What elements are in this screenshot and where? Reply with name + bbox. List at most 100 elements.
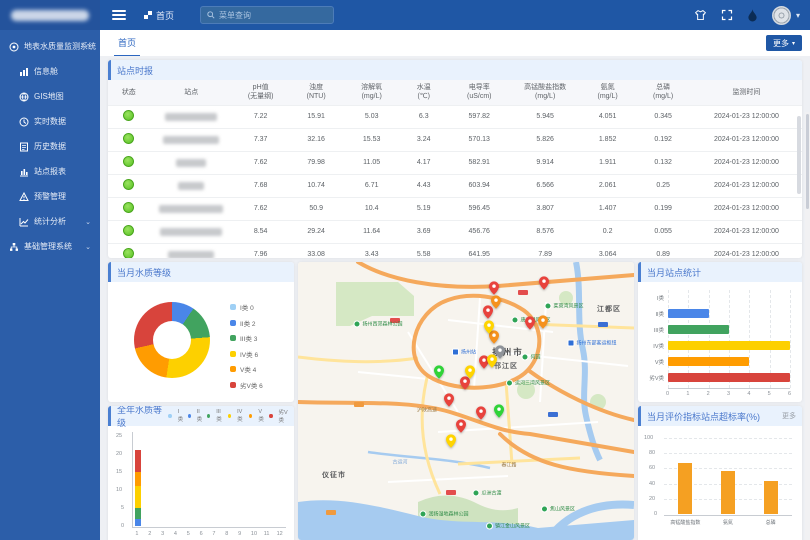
more-button[interactable]: 更多 ▾ [766, 35, 802, 51]
map-pin-green[interactable] [434, 365, 444, 384]
alert-manage-icon [19, 192, 29, 202]
legend-item[interactable]: IV类 6 [230, 349, 263, 359]
map-pin-red[interactable] [476, 406, 486, 425]
category-label: IV类 [653, 342, 664, 350]
legend-item[interactable]: V类 [249, 409, 265, 423]
value-cell: 10.4 [344, 197, 400, 220]
value-cell: 0.345 [635, 105, 691, 128]
hbar-bar[interactable] [668, 373, 790, 382]
status-dot-green [123, 179, 134, 190]
hbar-bar[interactable] [668, 341, 790, 350]
map-pin-green[interactable] [494, 404, 504, 423]
map-road-label: 沪陕高速 [417, 407, 437, 414]
avatar[interactable] [772, 6, 791, 25]
stacked-bar-segment[interactable] [135, 450, 141, 472]
map-pin-yellow[interactable] [446, 434, 456, 453]
value-cell: 3.69 [399, 220, 448, 243]
station-cell [150, 220, 233, 243]
map-pin-red[interactable] [525, 316, 535, 335]
transit-poi-icon [452, 349, 459, 356]
value-cell: 6.71 [344, 174, 400, 197]
page-scrollbar[interactable] [805, 112, 810, 540]
stacked-bar-segment[interactable] [135, 472, 141, 486]
sidebar-item-4[interactable]: 站点报表 [0, 159, 100, 184]
app-root: 地表水质量监测系统⌃信息舱GIS地图实时数据历史数据站点报表预警管理统计分析⌄基… [0, 0, 810, 540]
tab-home[interactable]: 首页 [114, 29, 140, 57]
rate-bar[interactable] [721, 471, 735, 514]
exceed-rate-title: 当月评价指标站点超标率(%) 更多 [638, 406, 802, 426]
legend-item[interactable]: II类 [188, 409, 204, 423]
legend-item[interactable]: II类 2 [230, 318, 263, 328]
station-cell [150, 151, 233, 174]
value-cell: 1.852 [580, 128, 636, 151]
status-cell [108, 197, 150, 220]
sidebar-item-0[interactable]: 信息舱 [0, 59, 100, 84]
map-pin-orange[interactable] [538, 315, 548, 334]
map-panel[interactable]: 扬州市江都区仪征市邗江区扬州西郊森林公园唐子城风景区茱萸湾风景区扬州站扬州东部客… [298, 262, 634, 540]
month-label: 6 [200, 531, 203, 537]
monitor-system-icon [9, 42, 19, 52]
table-column-header: pH值(无量纲) [233, 80, 289, 105]
value-cell: 79.98 [288, 151, 344, 174]
stacked-bar-segment[interactable] [135, 519, 141, 526]
theme-skin-icon[interactable] [694, 8, 708, 22]
sidebar-section-0[interactable]: 地表水质量监测系统⌃ [0, 34, 100, 59]
table-column-header: 氨氮(mg/L) [580, 80, 636, 105]
logo-redacted [11, 10, 89, 21]
legend-item[interactable]: I类 [168, 409, 184, 423]
sidebar-item-2[interactable]: 实时数据 [0, 109, 100, 134]
sidebar-item-5[interactable]: 预警管理 [0, 184, 100, 209]
table-scrollbar[interactable] [797, 116, 801, 194]
legend-item[interactable]: V类 4 [230, 364, 263, 374]
station-name-redacted [159, 205, 223, 213]
status-dot-green [123, 248, 134, 258]
map-pin-yellow[interactable] [465, 365, 475, 384]
map-pin-gray[interactable] [495, 345, 505, 364]
legend-item[interactable]: 劣V类 [269, 408, 290, 424]
table-row: 7.6250.910.45.19596.453.8071.4070.199202… [108, 197, 802, 220]
legend-item[interactable]: IV类 [228, 409, 245, 423]
station-name-redacted [160, 228, 222, 236]
user-chevron-down-icon[interactable]: ▾ [796, 11, 800, 20]
topbar-home-link[interactable]: 首页 [144, 9, 174, 22]
menu-toggle-icon[interactable] [112, 8, 126, 22]
rate-bar[interactable] [678, 463, 692, 514]
hbar-bar[interactable] [668, 357, 749, 366]
table-column-header: 站点 [150, 80, 233, 105]
month-label: 11 [264, 531, 270, 537]
map-pin-yellow[interactable] [484, 320, 494, 339]
legend-item[interactable]: III类 [207, 409, 224, 423]
map-pin-red[interactable] [539, 276, 549, 295]
legend-swatch [230, 304, 236, 310]
sidebar-item-3[interactable]: 历史数据 [0, 134, 100, 159]
map-pin-red[interactable] [444, 393, 454, 412]
sidebar-item-6[interactable]: 统计分析⌄ [0, 209, 100, 234]
hbar-bar[interactable] [668, 325, 729, 334]
fullscreen-icon[interactable] [720, 8, 734, 22]
monthly-station-chart: 0123456I类II类III类IV类V类劣V类 [638, 282, 802, 400]
exceed-rate-more-link[interactable]: 更多 [782, 411, 796, 421]
map-pin-orange[interactable] [491, 295, 501, 314]
table-row: 7.2215.915.036.3597.825.9454.0510.345202… [108, 105, 802, 128]
station-name-redacted [176, 159, 206, 167]
map-city-label: 仪征市 [322, 470, 346, 480]
water-drop-icon[interactable] [746, 8, 760, 22]
chevron-down-icon: ⌄ [85, 218, 91, 226]
status-dot-green [123, 202, 134, 213]
map-poi-label: 何园 [521, 354, 540, 361]
station-cell [150, 174, 233, 197]
legend-swatch [230, 366, 236, 372]
donut-chart[interactable] [134, 302, 210, 378]
sidebar-item-1[interactable]: GIS地图 [0, 84, 100, 109]
hbar-bar[interactable] [668, 309, 709, 318]
stacked-bar-segment[interactable] [135, 508, 141, 519]
map-pin-red[interactable] [456, 419, 466, 438]
legend-item[interactable]: III类 3 [230, 333, 263, 343]
stacked-bar-segment[interactable] [135, 486, 141, 508]
rate-bar[interactable] [764, 481, 778, 514]
legend-item[interactable]: 劣V类 6 [230, 380, 263, 390]
menu-search-input[interactable]: 菜单查询 [200, 6, 334, 24]
legend-item[interactable]: I类 0 [230, 302, 263, 312]
sidebar-section-1[interactable]: 基础管理系统⌄ [0, 234, 100, 259]
table-column-header: 监测时间 [691, 80, 802, 105]
